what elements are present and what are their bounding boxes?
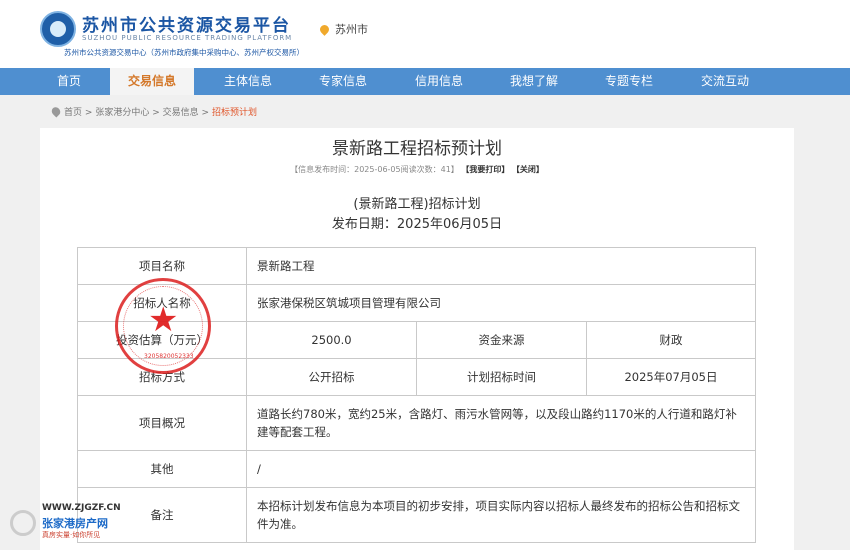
publish-date: 发布日期：2025年06月05日 (331, 217, 503, 232)
table-row: 备注 本招标计划发布信息为本项目的初步安排，项目实际内容以招标人最终发布的招标公… (77, 487, 756, 543)
breadcrumb-separator: > (152, 108, 160, 118)
plan-time-value: 2025年07月05日 (586, 358, 756, 396)
overview-label: 项目概况 (77, 395, 247, 451)
watermark: WWW.ZJGZF.CN 张家港房产网 真房实量·如你所见 (6, 500, 136, 545)
site-title-en: SUZHOU PUBLIC RESOURCE TRADING PLATFORM (82, 34, 293, 42)
overview-value: 道路长约780米，宽约25米，含路灯、雨污水管网等，以及段山路约1170米的人行… (246, 395, 756, 451)
other-value: / (246, 450, 756, 488)
breadcrumb-trading-info[interactable]: 交易信息 (163, 108, 199, 118)
watermark-slogan: 真房实量·如你所见 (42, 531, 101, 539)
home-pin-icon (49, 105, 63, 118)
site-subtitle: 苏州市公共资源交易中心（苏州市政府集中采购中心、苏州产权交易所） (64, 48, 304, 57)
location-selector[interactable]: 苏州市 (318, 21, 368, 37)
platform-logo-icon[interactable] (40, 11, 76, 47)
tender-method-value: 公开招标 (246, 358, 417, 396)
nav-item-learn-more[interactable]: 我想了解 (499, 68, 569, 95)
article-panel: 景新路工程招标预计划 【信息发布时间：2025-06-05阅读次数：41】 【我… (40, 128, 794, 550)
nav-item-interaction[interactable]: 交流互动 (690, 68, 760, 95)
fund-source-label: 资金来源 (416, 321, 587, 359)
seal-number: 3205820052333 (144, 353, 194, 360)
watermark-logo-icon (10, 510, 36, 536)
main-nav: 首页 交易信息 主体信息 专家信息 信用信息 我想了解 专题专栏 交流互动 (0, 68, 850, 95)
fund-source-value: 财政 (586, 321, 756, 359)
location-label: 苏州市 (335, 23, 368, 36)
site-header: 苏州市公共资源交易平台 SUZHOU PUBLIC RESOURCE TRADI… (0, 0, 850, 68)
print-link[interactable]: 【我要打印】 (461, 165, 509, 174)
seal-star-icon: ★ (148, 300, 179, 340)
nav-item-expert-info[interactable]: 专家信息 (308, 68, 378, 95)
location-pin-icon (318, 23, 331, 36)
breadcrumb-home[interactable]: 首页 (64, 108, 82, 118)
nav-item-special-topics[interactable]: 专题专栏 (594, 68, 664, 95)
official-seal-icon: ★ 3205820052333 (115, 278, 211, 374)
nav-item-credit-info[interactable]: 信用信息 (404, 68, 474, 95)
site-title[interactable]: 苏州市公共资源交易平台 (82, 11, 291, 36)
close-link[interactable]: 【关闭】 (512, 165, 544, 174)
breadcrumb-separator: > (84, 108, 93, 118)
watermark-name: 张家港房产网 (42, 517, 108, 530)
plan-sub-title: (景新路工程)招标计划 (353, 197, 481, 212)
project-name-value: 景新路工程 (246, 247, 756, 285)
breadcrumb-current[interactable]: 招标预计划 (212, 108, 257, 118)
tenderer-value: 张家港保税区筑城项目管理有限公司 (246, 284, 756, 322)
nav-item-home[interactable]: 首页 (46, 68, 92, 95)
watermark-url: WWW.ZJGZF.CN (42, 503, 121, 513)
page-title: 景新路工程招标预计划 (332, 139, 502, 159)
breadcrumb-branch[interactable]: 张家港分中心 (95, 108, 149, 118)
table-row: 其他 / (77, 450, 756, 488)
breadcrumb-separator: > (201, 108, 210, 118)
table-row: 项目概况 道路长约780米，宽约25米，含路灯、雨污水管网等，以及段山路约117… (77, 395, 756, 451)
article-meta: 【信息发布时间：2025-06-05阅读次数：41】 【我要打印】 【关闭】 (40, 164, 794, 175)
other-label: 其他 (77, 450, 247, 488)
nav-item-subject-info[interactable]: 主体信息 (213, 68, 283, 95)
breadcrumb: 首页 > 张家港分中心 > 交易信息 > 招标预计划 (49, 105, 257, 118)
plan-time-label: 计划招标时间 (416, 358, 587, 396)
publish-info: 【信息发布时间：2025-06-05阅读次数：41】 (290, 165, 459, 174)
table-row: 项目名称 景新路工程 (77, 247, 756, 285)
remark-value: 本招标计划发布信息为本项目的初步安排，项目实际内容以招标人最终发布的招标公告和招… (246, 487, 756, 543)
nav-item-trading-info[interactable]: 交易信息 (110, 68, 194, 95)
budget-value: 2500.0 (246, 321, 417, 359)
